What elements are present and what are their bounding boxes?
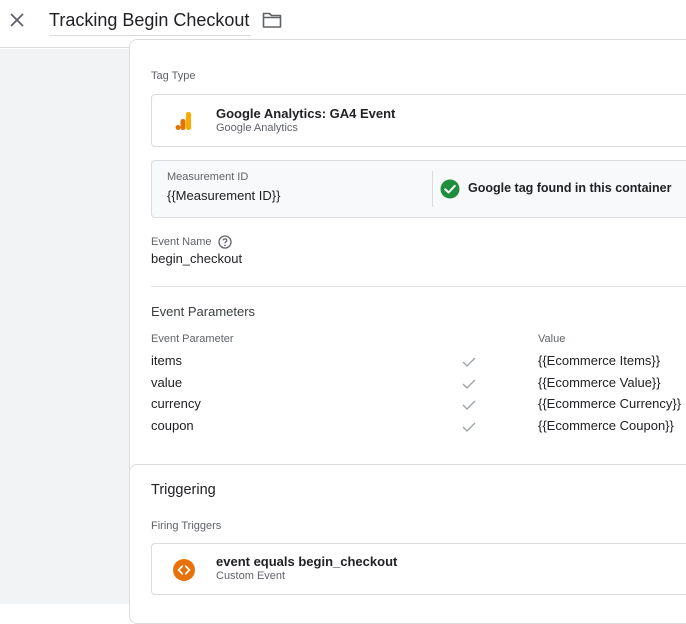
tag-title[interactable]: Tracking Begin Checkout xyxy=(49,8,252,36)
measurement-id-label: Measurement ID xyxy=(167,171,249,183)
tag-type-subtitle: Google Analytics xyxy=(216,122,298,134)
event-name-label: Event Name xyxy=(151,236,212,248)
check-icon xyxy=(462,357,476,367)
column-header-parameter: Event Parameter xyxy=(151,333,234,345)
google-tag-status: Google tag found in this container xyxy=(468,181,672,195)
param-value-coupon: {{Ecommerce Coupon}} xyxy=(538,418,674,433)
check-circle-icon xyxy=(440,179,460,199)
measurement-divider xyxy=(432,171,433,207)
tag-type-label: Tag Type xyxy=(151,70,196,82)
triggering-title: Triggering xyxy=(151,482,216,498)
google-analytics-icon xyxy=(175,112,191,130)
event-name-value[interactable]: begin_checkout xyxy=(151,251,242,266)
trigger-name: event equals begin_checkout xyxy=(216,554,398,569)
tag-type-selector[interactable]: Google Analytics: GA4 Event Google Analy… xyxy=(151,94,686,147)
custom-event-icon xyxy=(173,559,195,581)
measurement-id-box: Measurement ID {{Measurement ID}} Google… xyxy=(151,160,686,218)
trigger-type: Custom Event xyxy=(216,570,286,582)
section-divider xyxy=(151,286,686,287)
event-parameters-title: Event Parameters xyxy=(151,304,256,319)
trigger-item[interactable]: event equals begin_checkout Custom Event xyxy=(151,543,686,595)
check-icon xyxy=(462,400,476,410)
folder-icon[interactable] xyxy=(262,11,282,29)
param-value-currency: {{Ecommerce Currency}} xyxy=(538,396,682,411)
measurement-id-value[interactable]: {{Measurement ID}} xyxy=(167,188,280,203)
close-icon[interactable] xyxy=(6,9,28,31)
param-name-value: value xyxy=(151,375,183,390)
param-name-coupon: coupon xyxy=(151,418,194,433)
firing-triggers-label: Firing Triggers xyxy=(151,520,222,532)
param-name-currency: currency xyxy=(151,396,201,411)
param-value-items: {{Ecommerce Items}} xyxy=(538,353,661,368)
tag-type-name: Google Analytics: GA4 Event xyxy=(216,106,396,121)
column-header-value: Value xyxy=(538,333,566,345)
param-value-value: {{Ecommerce Value}} xyxy=(538,375,661,390)
triggering-card[interactable]: Triggering Firing Triggers event equals … xyxy=(129,464,686,624)
tag-configuration-card: Tag Type Google Analytics: GA4 Event Goo… xyxy=(129,39,686,501)
check-icon xyxy=(462,422,476,432)
editor-canvas: Tag Type Google Analytics: GA4 Event Goo… xyxy=(0,39,686,624)
check-icon xyxy=(462,379,476,389)
param-name-items: items xyxy=(151,353,183,368)
help-icon[interactable] xyxy=(218,235,232,249)
